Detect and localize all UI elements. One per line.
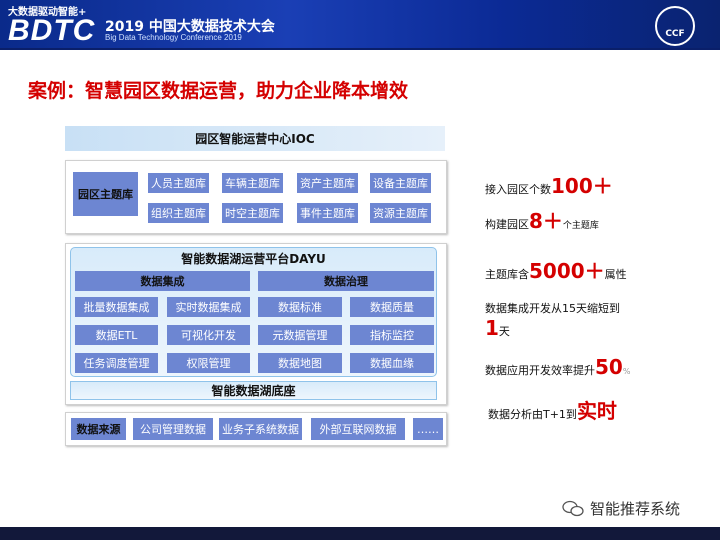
footer-bar — [0, 527, 720, 540]
stat-pre: 数据分析由T+1到 — [488, 408, 577, 421]
slide-title: 案例：智慧园区数据运营，助力企业降本增效 — [28, 80, 409, 102]
governance-item: 数据地图 — [258, 353, 342, 373]
theme-item: 时空主题库 — [222, 203, 283, 223]
stat-pre: 构建园区 — [485, 218, 529, 231]
stat-value: 100＋ — [551, 174, 613, 198]
integration-item: 任务调度管理 — [75, 353, 158, 373]
integration-header: 数据集成 — [75, 271, 250, 291]
dayu-title: 智能数据湖运营平台DAYU — [181, 252, 326, 266]
theme-item: 事件主题库 — [297, 203, 358, 223]
integration-item: 权限管理 — [167, 353, 250, 373]
theme-item: 资源主题库 — [370, 203, 431, 223]
stat-post: 个主题库 — [562, 221, 599, 231]
governance-header: 数据治理 — [258, 271, 434, 291]
stat-pre: 数据应用开发效率提升 — [485, 364, 595, 377]
watermark-text: 智能推荐系统 — [590, 500, 681, 518]
governance-item: 数据质量 — [350, 297, 434, 317]
stat-post: % — [622, 367, 631, 376]
stat-post: 天 — [498, 325, 510, 338]
stat-pre: 数据集成开发从15天缩短到 — [485, 302, 620, 315]
stat-value: 1 — [485, 316, 499, 340]
wechat-icon — [562, 500, 584, 516]
watermark: 智能推荐系统 — [562, 498, 680, 519]
ioc-bar: 园区智能运营中心IOC — [65, 126, 445, 151]
stat-item: 主题库含5000＋属性 — [485, 255, 627, 284]
stat-pre: 接入园区个数 — [485, 183, 551, 196]
conference-name-en: Big Data Technology Conference 2019 — [105, 33, 242, 42]
stat-value: 5000＋ — [529, 259, 605, 283]
stat-item: 构建园区8＋个主题库 — [485, 205, 599, 234]
integration-item: 数据ETL — [75, 325, 158, 345]
source-item: 外部互联网数据 — [311, 418, 405, 440]
source-item: 公司管理数据 — [133, 418, 213, 440]
governance-item: 指标监控 — [350, 325, 434, 345]
source-item: …… — [413, 418, 443, 440]
source-item: 业务子系统数据 — [219, 418, 302, 440]
stat-item: 数据集成开发从15天缩短到 1天 — [485, 300, 620, 340]
theme-item: 组织主题库 — [148, 203, 209, 223]
ccf-logo: CCF — [655, 6, 695, 46]
theme-label: 园区主题库 — [73, 172, 138, 216]
bdtc-logo: BDTC — [8, 14, 96, 47]
stat-item: 数据分析由T+1到实时 — [488, 395, 617, 424]
integration-item: 批量数据集成 — [75, 297, 158, 317]
integration-item: 实时数据集成 — [167, 297, 250, 317]
theme-item: 车辆主题库 — [222, 173, 283, 193]
governance-item: 数据标准 — [258, 297, 342, 317]
stat-pre: 主题库含 — [485, 268, 529, 281]
stat-post: 属性 — [604, 268, 627, 281]
source-label: 数据来源 — [71, 418, 126, 440]
data-lake-base: 智能数据湖底座 — [70, 381, 437, 400]
integration-item: 可视化开发 — [167, 325, 250, 345]
theme-item: 人员主题库 — [148, 173, 209, 193]
stat-value: 50 — [595, 355, 623, 379]
stat-value: 8＋ — [529, 209, 563, 233]
stat-value: 实时 — [576, 399, 617, 423]
theme-item: 资产主题库 — [297, 173, 358, 193]
stat-item: 数据应用开发效率提升50% — [485, 355, 630, 379]
theme-item: 设备主题库 — [370, 173, 431, 193]
governance-item: 数据血缘 — [350, 353, 434, 373]
governance-item: 元数据管理 — [258, 325, 342, 345]
stat-item: 接入园区个数100＋ — [485, 170, 613, 199]
